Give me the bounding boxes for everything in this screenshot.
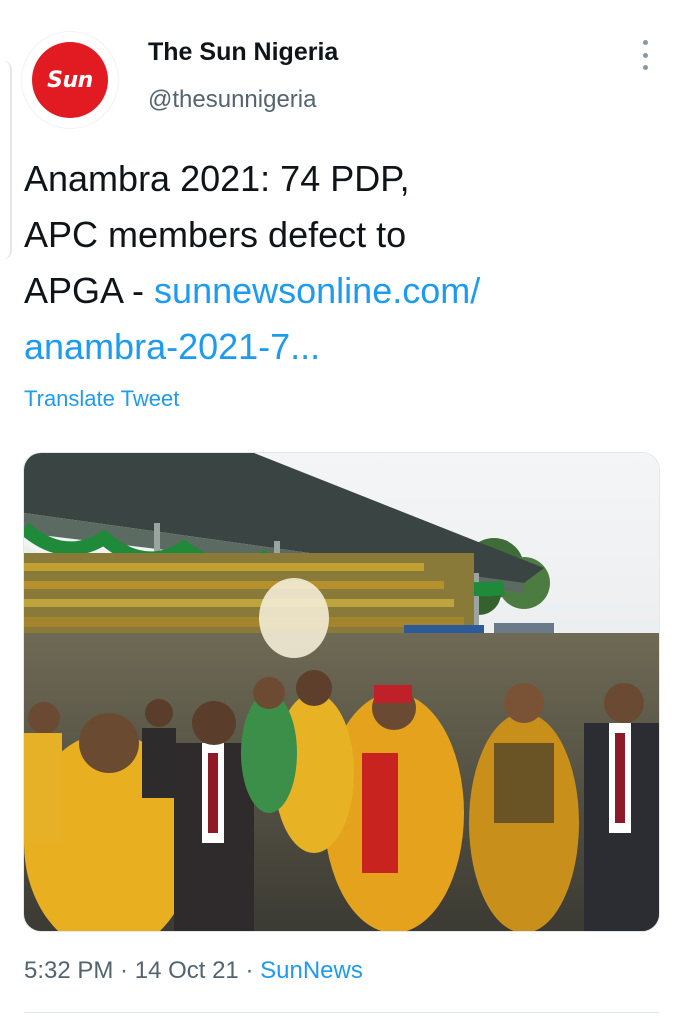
display-name[interactable]: The Sun Nigeria bbox=[148, 38, 338, 67]
tweet-text-prefix: APGA - bbox=[24, 270, 155, 311]
tweet-text-line: anambra-2021-7... bbox=[24, 319, 644, 375]
divider bbox=[24, 1012, 659, 1013]
tweet-time[interactable]: 5:32 PM bbox=[24, 957, 113, 984]
tweet-text: Anambra 2021: 74 PDP, APC members defect… bbox=[24, 151, 644, 375]
tweet-link-continued[interactable]: anambra-2021-7... bbox=[24, 326, 320, 367]
tweet-source[interactable]: SunNews bbox=[260, 957, 363, 984]
tweet-text-line: APGA - sunnewsonline.com/ bbox=[24, 263, 644, 319]
meta-separator: · bbox=[238, 957, 261, 984]
tweet-text-line: APC members defect to bbox=[24, 214, 407, 255]
tweet-date[interactable]: 14 Oct 21 bbox=[135, 957, 239, 984]
tweet-text-line: Anambra 2021: 74 PDP, bbox=[24, 158, 410, 199]
more-dot bbox=[642, 40, 648, 45]
avatar-logo-text: Sun bbox=[47, 67, 93, 93]
more-vertical-icon[interactable] bbox=[630, 38, 660, 72]
sun-logo: Sun bbox=[32, 42, 108, 118]
tweet-photo[interactable] bbox=[23, 452, 660, 932]
more-dot bbox=[642, 52, 648, 58]
more-dot bbox=[642, 65, 648, 70]
user-handle[interactable]: @thesunnigeria bbox=[148, 86, 316, 114]
avatar[interactable]: Sun bbox=[22, 32, 118, 128]
translate-tweet-link[interactable]: Translate Tweet bbox=[24, 386, 179, 412]
meta-separator: · bbox=[113, 957, 135, 984]
previous-card-edge bbox=[0, 60, 12, 260]
tweet-link[interactable]: sunnewsonline.com/ bbox=[154, 270, 480, 311]
tweet-meta: 5:32 PM · 14 Oct 21 · SunNews bbox=[24, 957, 363, 985]
